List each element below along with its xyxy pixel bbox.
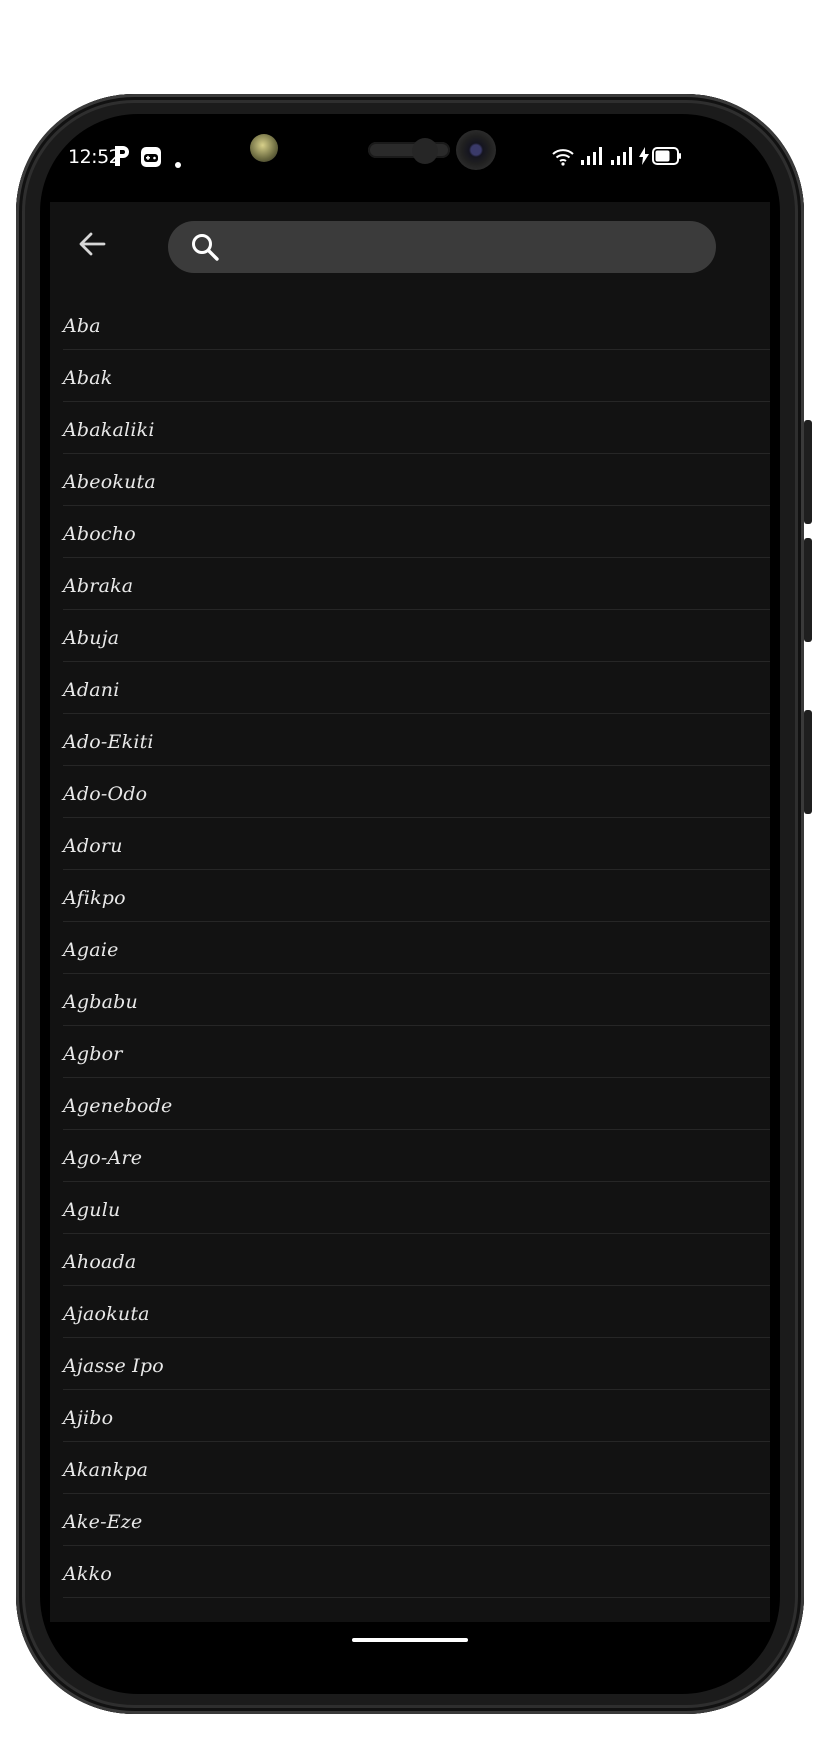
city-list: Aba Abak Abakaliki Abeokuta Abocho Abraka Abuj…	[63, 298, 770, 1598]
city-name: Adani	[63, 678, 120, 701]
city-list-item[interactable]: Agulu	[63, 1182, 770, 1234]
city-list-item[interactable]: Ajasse Ipo	[63, 1338, 770, 1390]
city-list-item[interactable]: Abocho	[63, 506, 770, 558]
phone-screen: 12:52 Aba Abak Abakaliki Abeokuta Abocho…	[40, 114, 780, 1694]
wifi-icon	[552, 148, 574, 170]
city-list-item[interactable]: Ado-Odo	[63, 766, 770, 818]
city-name: Ahoada	[63, 1250, 137, 1273]
city-list-item[interactable]: Agbabu	[63, 974, 770, 1026]
gamepad-icon	[140, 146, 162, 172]
front-sensor	[250, 134, 278, 162]
city-list-item[interactable]: Ake-Eze	[63, 1494, 770, 1546]
city-list-item[interactable]: Agaie	[63, 922, 770, 974]
back-button[interactable]	[70, 224, 114, 268]
city-list-item[interactable]: Adani	[63, 662, 770, 714]
city-list-item[interactable]: Abakaliki	[63, 402, 770, 454]
city-name: Ajasse Ipo	[63, 1354, 164, 1377]
signal-icon	[610, 146, 634, 170]
search-input[interactable]	[230, 226, 696, 268]
city-list-item[interactable]: Akankpa	[63, 1442, 770, 1494]
city-name: Abeokuta	[63, 470, 156, 493]
city-picker-screen: Aba Abak Abakaliki Abeokuta Abocho Abraka Abuj…	[50, 202, 770, 1622]
city-list-item[interactable]: Aba	[63, 298, 770, 350]
city-list-item[interactable]: Agenebode	[63, 1078, 770, 1130]
dot-icon	[174, 154, 182, 173]
city-list-item[interactable]: Ago-Are	[63, 1130, 770, 1182]
city-list-item[interactable]: Afikpo	[63, 870, 770, 922]
city-name: Ajibo	[63, 1406, 114, 1429]
city-name: Ago-Are	[63, 1146, 143, 1169]
city-name: Abuja	[63, 626, 120, 649]
city-name: Adoru	[63, 834, 123, 857]
city-list-item[interactable]: Agbor	[63, 1026, 770, 1078]
battery-icon	[652, 147, 682, 169]
city-name: Agaie	[63, 938, 119, 961]
city-list-item[interactable]: Ahoada	[63, 1234, 770, 1286]
parking-p-icon	[112, 144, 132, 172]
city-list-item[interactable]: Ajaokuta	[63, 1286, 770, 1338]
arrow-left-icon	[77, 229, 107, 263]
front-camera	[456, 130, 496, 170]
city-name: Abak	[63, 366, 113, 389]
city-name: Ake-Eze	[63, 1510, 143, 1533]
top-bar	[50, 202, 770, 298]
volume-up-button	[804, 420, 812, 524]
city-name: Abakaliki	[63, 418, 155, 441]
city-name: Afikpo	[63, 886, 126, 909]
city-name: Agbor	[63, 1042, 123, 1065]
status-bar: 12:52	[40, 114, 780, 202]
city-list-item[interactable]: Ajibo	[63, 1390, 770, 1442]
city-name: Ajaokuta	[63, 1302, 150, 1325]
city-name: Agenebode	[63, 1094, 173, 1117]
city-list-item[interactable]: Ado-Ekiti	[63, 714, 770, 766]
search-bar[interactable]	[168, 221, 716, 273]
home-indicator[interactable]	[352, 1638, 468, 1642]
city-list-item[interactable]: Abeokuta	[63, 454, 770, 506]
city-name: Aba	[63, 314, 101, 337]
city-name: Akko	[63, 1562, 112, 1585]
city-name: Agulu	[63, 1198, 121, 1221]
city-list-item[interactable]: Abraka	[63, 558, 770, 610]
city-list-item[interactable]: Akko	[63, 1546, 770, 1598]
city-name: Ado-Ekiti	[63, 730, 154, 753]
proximity-sensor	[412, 138, 438, 164]
charging-icon	[638, 147, 650, 169]
search-icon	[190, 232, 220, 262]
city-name: Abocho	[63, 522, 136, 545]
signal-icon	[580, 146, 604, 170]
city-name: Akankpa	[63, 1458, 149, 1481]
city-list-item[interactable]: Adoru	[63, 818, 770, 870]
city-name: Abraka	[63, 574, 134, 597]
power-button	[804, 710, 812, 814]
city-name: Ado-Odo	[63, 782, 148, 805]
volume-down-button	[804, 538, 812, 642]
city-name: Agbabu	[63, 990, 138, 1013]
city-list-item[interactable]: Abak	[63, 350, 770, 402]
city-list-item[interactable]: Abuja	[63, 610, 770, 662]
